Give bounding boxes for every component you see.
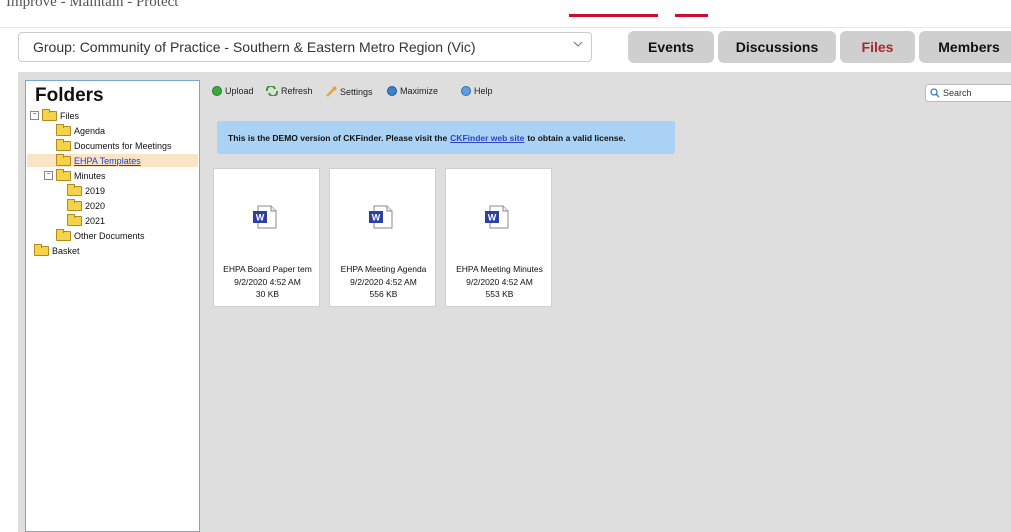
folder-icon (56, 138, 71, 151)
tree-node-other-documents[interactable]: Other Documents (56, 228, 145, 242)
folders-title: Folders (35, 85, 104, 106)
upload-label: Upload (225, 86, 254, 96)
nav-active-underline (569, 14, 658, 17)
search-input[interactable]: Search (925, 84, 1011, 102)
demo-notice-text-end: to obtain a valid license. (527, 132, 626, 143)
wrench-icon (326, 86, 337, 97)
collapse-toggle-icon[interactable]: − (30, 111, 39, 120)
file-date: 9/2/2020 4:52 AM (234, 277, 301, 287)
upload-button[interactable]: Upload (212, 86, 254, 96)
search-icon (930, 88, 940, 98)
file-date: 9/2/2020 4:52 AM (350, 277, 417, 287)
chevron-down-icon (573, 38, 583, 52)
search-placeholder: Search (943, 88, 972, 98)
file-size: 30 KB (255, 289, 280, 299)
folder-icon (67, 198, 82, 211)
refresh-label: Refresh (281, 86, 313, 96)
tree-node-basket[interactable]: Basket (34, 243, 80, 257)
tree-node-minutes[interactable]: − Minutes (44, 168, 106, 182)
ckfinder-panel: Folders − Files Agenda Documents for Mee… (18, 72, 1011, 532)
file-item[interactable]: W EHPA Meeting Minutes 9/2/2020 4:52 AM … (445, 168, 552, 307)
folder-icon (67, 213, 82, 226)
tree-node-2019[interactable]: 2019 (67, 183, 106, 197)
tree-label: Other Documents (74, 230, 145, 241)
folders-panel: Folders − Files Agenda Documents for Mee… (25, 80, 200, 532)
tree-node-ehpa-templates[interactable]: EHPA Templates (27, 153, 198, 167)
tab-events[interactable]: Events (628, 31, 714, 63)
folder-icon (34, 243, 49, 256)
tree-label: 2019 (85, 185, 106, 196)
word-document-icon: W (483, 205, 510, 229)
tree-node-agenda[interactable]: Agenda (56, 123, 106, 137)
settings-button[interactable]: Settings (326, 86, 373, 97)
demo-notice: This is the DEMO version of CKFinder. Pl… (217, 121, 675, 154)
tree-node-files[interactable]: − Files (30, 108, 80, 122)
folder-icon (56, 228, 71, 241)
tree-node-2021[interactable]: 2021 (67, 213, 106, 227)
tree-label: Agenda (74, 125, 106, 136)
collapse-toggle-icon[interactable]: − (44, 171, 53, 180)
word-document-icon: W (367, 205, 394, 229)
svg-text:W: W (488, 213, 497, 223)
demo-notice-text: This is the DEMO version of CKFinder. Pl… (228, 132, 448, 143)
tree-node-documents-for-meetings[interactable]: Documents for Meetings (56, 138, 172, 152)
header-divider (0, 27, 1011, 28)
ckfinder-toolbar: Upload Refresh Settings Maximize Help Se… (206, 80, 1011, 106)
tree-label: Documents for Meetings (74, 140, 172, 151)
folder-icon (67, 183, 82, 196)
settings-label: Settings (340, 86, 373, 97)
refresh-button[interactable]: Refresh (266, 86, 313, 96)
upload-icon (212, 86, 222, 96)
tree-label: Basket (52, 245, 80, 256)
maximize-label: Maximize (400, 86, 439, 96)
tree-label: Minutes (74, 170, 106, 181)
tree-label: EHPA Templates (74, 155, 141, 166)
help-icon (461, 86, 471, 96)
help-label: Help (474, 86, 493, 96)
svg-text:W: W (372, 213, 381, 223)
ckfinder-website-link[interactable]: CKFinder web site (450, 133, 524, 143)
tree-label: 2021 (85, 215, 106, 226)
group-select-value: Group: Community of Practice - Southern … (33, 39, 476, 55)
folder-open-icon (56, 168, 71, 181)
file-item[interactable]: W EHPA Board Paper tem 9/2/2020 4:52 AM … (213, 168, 320, 307)
word-document-icon: W (251, 205, 278, 229)
tab-members[interactable]: Members (919, 31, 1011, 63)
maximize-icon (387, 86, 397, 96)
tree-label: Files (60, 110, 80, 121)
file-name: EHPA Meeting Agenda (340, 264, 427, 274)
folder-icon (56, 153, 71, 166)
folder-icon (56, 123, 71, 136)
file-name: EHPA Meeting Minutes (456, 264, 543, 274)
svg-text:W: W (256, 213, 265, 223)
refresh-icon (266, 86, 278, 96)
nav-underline-accent (675, 14, 708, 17)
tree-node-2020[interactable]: 2020 (67, 198, 106, 212)
folder-open-icon (42, 108, 57, 121)
tab-discussions[interactable]: Discussions (718, 31, 836, 63)
file-size: 556 KB (369, 289, 398, 299)
site-tagline: Improve - Maintain - Protect (6, 0, 179, 10)
file-name: EHPA Board Paper tem (223, 264, 312, 274)
file-item[interactable]: W EHPA Meeting Agenda 9/2/2020 4:52 AM 5… (329, 168, 436, 307)
tab-files[interactable]: Files (840, 31, 915, 63)
file-size: 553 KB (485, 289, 514, 299)
tree-label: 2020 (85, 200, 106, 211)
group-select[interactable]: Group: Community of Practice - Southern … (18, 32, 592, 62)
maximize-button[interactable]: Maximize (387, 86, 438, 96)
help-button[interactable]: Help (461, 86, 493, 96)
file-date: 9/2/2020 4:52 AM (466, 277, 533, 287)
